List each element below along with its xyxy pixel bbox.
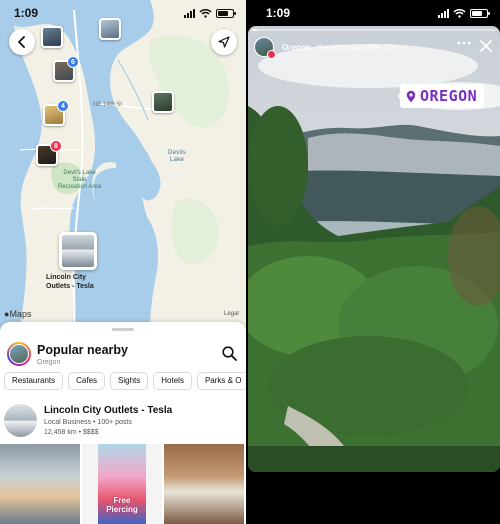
story-progress-bar	[252, 29, 496, 31]
park-label: Devil's Lake State Recreation Area	[58, 170, 102, 190]
featured-map-pin[interactable]	[59, 232, 97, 270]
photo-caption: Free Piercing	[106, 496, 138, 514]
search-icon[interactable]	[222, 346, 237, 361]
featured-pin-label: Lincoln City Outlets - Tesla	[46, 274, 94, 290]
sheet-title: Popular nearby	[37, 343, 128, 357]
lake-label: Devils Lake	[168, 150, 187, 163]
place-category: Local Business • 100+ posts	[44, 419, 132, 426]
location-pin-icon	[406, 90, 416, 102]
close-icon[interactable]	[480, 40, 492, 52]
wifi-icon	[453, 8, 466, 18]
place-photo[interactable]: Free Piercing	[82, 444, 162, 524]
more-options-icon[interactable]	[457, 40, 471, 46]
status-bar: 1:09	[0, 0, 246, 26]
sheet-grabber[interactable]	[112, 328, 134, 331]
pin-count-badge: 8	[50, 140, 62, 152]
place-photo[interactable]	[0, 444, 80, 524]
location-sticker-text: OREGON	[420, 87, 478, 105]
location-arrow-icon	[218, 36, 230, 48]
location-avatar	[7, 342, 31, 366]
legal-link[interactable]: Legal	[224, 311, 239, 317]
chip-sights[interactable]: Sights	[110, 372, 149, 390]
story-header: Oregon thevictoriadanelle 21h	[254, 36, 398, 59]
bottom-sheet: Popular nearby Oregon Restaurants Cafes …	[0, 322, 246, 524]
map-pin[interactable]	[41, 26, 63, 48]
screen: 1:09 6 4 8 Lincoln City Outlets - Tesla …	[0, 0, 500, 524]
cellular-signal-icon	[184, 8, 195, 18]
map-pin[interactable]: 8	[36, 140, 62, 166]
sheet-subtitle: Oregon	[37, 359, 61, 366]
story-username[interactable]: thevictoriadanelle	[317, 43, 379, 52]
status-time: 1:09	[266, 6, 291, 20]
road-label: NE 14th St	[93, 102, 123, 108]
story-avatar[interactable]	[254, 37, 276, 59]
map-pin[interactable]	[152, 91, 174, 113]
place-list-item[interactable]: Lincoln City Outlets - Tesla Local Busin…	[4, 402, 244, 438]
map-panel: 1:09 6 4 8 Lincoln City Outlets - Tesla …	[0, 0, 246, 524]
battery-icon	[470, 8, 490, 18]
wifi-icon	[199, 8, 212, 18]
cellular-signal-icon	[438, 8, 449, 18]
story-timestamp: 21h	[383, 42, 398, 52]
chip-restaurants[interactable]: Restaurants	[4, 372, 64, 390]
story-location[interactable]: Oregon	[282, 43, 310, 52]
pin-count-badge: 6	[67, 56, 79, 68]
status-time: 1:09	[14, 6, 39, 20]
chip-parks[interactable]: Parks & O	[196, 372, 246, 390]
place-name: Lincoln City Outlets - Tesla	[44, 405, 173, 416]
back-button[interactable]	[9, 29, 35, 55]
chevron-left-icon	[18, 36, 25, 48]
locate-me-button[interactable]	[211, 29, 237, 55]
status-bar: 1:09	[248, 0, 500, 26]
maps-logo: ●Maps	[4, 309, 32, 319]
place-thumbnail	[4, 404, 37, 437]
map-pin[interactable]: 4	[43, 100, 69, 126]
map-view[interactable]: 1:09 6 4 8 Lincoln City Outlets - Tesla …	[0, 0, 246, 330]
place-photo[interactable]	[164, 444, 244, 524]
category-chips: Restaurants Cafes Sights Hotels Parks & …	[4, 372, 246, 390]
chip-cafes[interactable]: Cafes	[68, 372, 106, 390]
location-sticker[interactable]: OREGON	[400, 84, 485, 108]
place-photos: Free Piercing	[0, 444, 246, 524]
story-panel: 1:09 Oregon thevictoriadanelle 21h OREGO…	[248, 0, 500, 524]
battery-icon	[216, 8, 236, 18]
pin-count-badge: 4	[57, 100, 69, 112]
place-distance: 12,458 km • $$$$	[44, 429, 99, 436]
chip-hotels[interactable]: Hotels	[153, 372, 192, 390]
map-pin[interactable]: 6	[53, 56, 79, 82]
